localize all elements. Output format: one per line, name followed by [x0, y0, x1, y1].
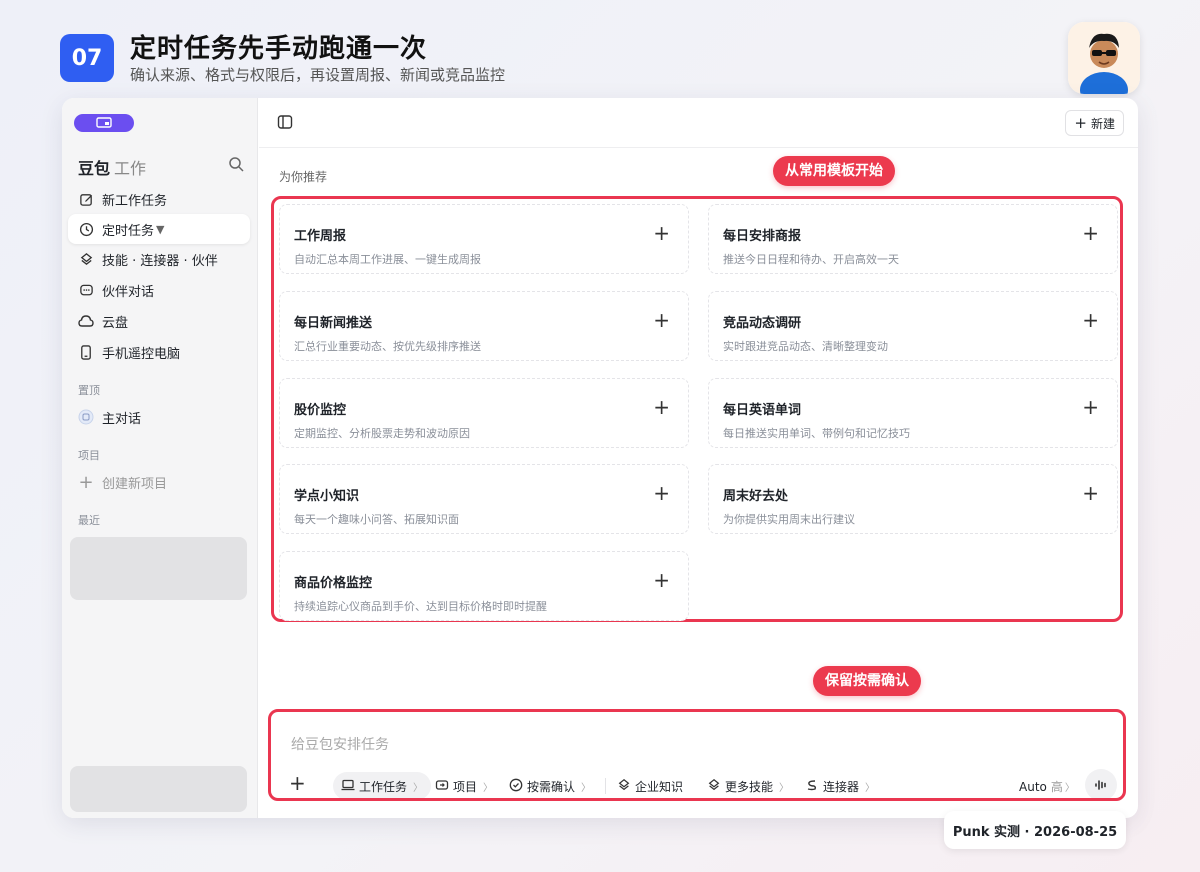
add-icon[interactable]: +	[653, 570, 670, 590]
sidebar-item-label: 伙伴对话	[102, 284, 155, 300]
sidebar-item-partner-chat[interactable]: 伙伴对话	[68, 275, 250, 305]
plus-icon: +	[1074, 114, 1087, 132]
template-card[interactable]: 每日安排商报 推送今日日程和待办、开启高效一天 +	[708, 204, 1118, 274]
recent-section-label: 最近	[78, 514, 100, 527]
template-card[interactable]: 学点小知识 每天一个趣味小问答、拓展知识面 +	[279, 464, 689, 534]
footer-badge: Punk 实测 · 2026-08-25	[944, 811, 1126, 849]
sidebar-item-new-task[interactable]: 新工作任务	[68, 184, 250, 214]
card-title: 周末好去处	[723, 489, 789, 504]
template-card[interactable]: 每日英语单词 每日推送实用单词、带例句和记忆技巧 +	[708, 378, 1118, 448]
add-icon[interactable]: +	[653, 397, 670, 417]
create-project-label: 创建新项目	[102, 476, 168, 492]
chat-icon	[78, 282, 94, 298]
sidebar: 豆包工作 新工作任务 定时任务 ▼ 技能 · 连接器 · 伙伴 伙伴对话 云盘	[62, 98, 258, 818]
page-subtitle: 确认来源、格式与权限后，再设置周报、新闻或竞品监控	[130, 66, 506, 84]
card-title: 学点小知识	[294, 489, 360, 504]
annotation-tag-templates: 从常用模板开始	[773, 156, 895, 186]
card-desc: 实时跟进竞品动态、清晰整理变动	[723, 340, 888, 353]
card-title: 每日安排商报	[723, 229, 802, 244]
sidebar-item-main-chat[interactable]: 主对话	[68, 402, 250, 432]
search-icon[interactable]	[228, 156, 244, 176]
add-icon[interactable]: +	[653, 483, 670, 503]
monitor-icon	[96, 117, 112, 128]
card-title: 竞品动态调研	[723, 316, 802, 331]
sidebar-item-label: 手机遥控电脑	[102, 346, 181, 362]
card-desc: 每日推送实用单词、带例句和记忆技巧	[723, 427, 910, 440]
template-card[interactable]: 竞品动态调研 实时跟进竞品动态、清晰整理变动 +	[708, 291, 1118, 361]
sidebar-item-phone-remote[interactable]: 手机遥控电脑	[68, 337, 250, 367]
card-desc: 自动汇总本周工作进展、一键生成周报	[294, 253, 481, 266]
template-card[interactable]: 工作周报 自动汇总本周工作进展、一键生成周报 +	[279, 204, 689, 274]
sidebar-item-label: 主对话	[102, 411, 142, 427]
step-badge: 07	[60, 34, 114, 82]
card-title: 每日英语单词	[723, 403, 802, 418]
sidebar-item-label: 定时任务	[102, 223, 155, 239]
phone-icon	[78, 344, 94, 360]
main-panel: + 新建 为你推荐 从常用模板开始 工作周报 自动汇总本周工作进展、一键生成周报…	[259, 98, 1138, 818]
new-button-label: 新建	[1090, 116, 1115, 131]
brand-title: 豆包 工作	[78, 155, 146, 179]
brand-suffix: 工作	[114, 159, 147, 178]
brand-name: 豆包	[78, 159, 111, 178]
sidebar-item-scheduled[interactable]: 定时任务 ▼	[68, 214, 250, 244]
create-project-button[interactable]: + 创建新项目	[68, 467, 250, 497]
sidebar-item-label: 云盘	[102, 315, 129, 331]
card-title: 商品价格监控	[294, 576, 373, 591]
card-title: 工作周报	[294, 229, 347, 244]
template-card[interactable]: 股价监控 定期监控、分析股票走势和波动原因 +	[279, 378, 689, 448]
chat-bot-icon	[78, 409, 94, 425]
card-desc: 每天一个趣味小问答、拓展知识面	[294, 513, 459, 526]
recent-placeholder	[70, 537, 247, 600]
sidebar-item-cloud[interactable]: 云盘	[68, 306, 250, 336]
card-title: 股价监控	[294, 403, 347, 418]
card-desc: 汇总行业重要动态、按优先级排序推送	[294, 340, 481, 353]
card-desc: 推送今日日程和待办、开启高效一天	[723, 253, 899, 266]
sidebar-item-label: 技能 · 连接器 · 伙伴	[102, 253, 218, 269]
edit-icon	[78, 191, 94, 207]
template-card[interactable]: 商品价格监控 持续追踪心仪商品到手价、达到目标价格时即时提醒 +	[279, 551, 689, 621]
cloud-icon	[78, 313, 94, 329]
sidebar-item-label: 新工作任务	[102, 193, 168, 209]
add-icon[interactable]: +	[653, 310, 670, 330]
card-desc: 定期监控、分析股票走势和波动原因	[294, 427, 470, 440]
plus-icon: +	[78, 471, 94, 493]
composer-highlight	[268, 709, 1126, 801]
pinned-section-label: 置顶	[78, 384, 100, 397]
workspace-switch-button[interactable]	[74, 114, 134, 132]
template-card[interactable]: 每日新闻推送 汇总行业重要动态、按优先级排序推送 +	[279, 291, 689, 361]
app-window: 豆包工作 新工作任务 定时任务 ▼ 技能 · 连接器 · 伙伴 伙伴对话 云盘	[62, 98, 1138, 818]
page-title: 定时任务先手动跑通一次	[130, 34, 428, 64]
card-desc: 持续追踪心仪商品到手价、达到目标价格时即时提醒	[294, 600, 547, 613]
add-icon[interactable]: +	[653, 223, 670, 243]
account-placeholder	[70, 766, 247, 812]
sidebar-item-skills[interactable]: 技能 · 连接器 · 伙伴	[68, 244, 250, 274]
template-card[interactable]: 周末好去处 为你提供实用周末出行建议 +	[708, 464, 1118, 534]
sidebar-toggle-icon[interactable]	[277, 114, 293, 134]
card-desc: 为你提供实用周末出行建议	[723, 513, 855, 526]
add-icon[interactable]: +	[1082, 310, 1099, 330]
new-button[interactable]: + 新建	[1065, 110, 1124, 136]
avatar	[1068, 22, 1140, 94]
layers-icon	[78, 251, 94, 267]
add-icon[interactable]: +	[1082, 483, 1099, 503]
cursor-icon: ▼	[156, 222, 165, 236]
project-section-label: 项目	[78, 449, 100, 462]
clock-icon	[78, 221, 94, 237]
card-title: 每日新闻推送	[294, 316, 373, 331]
add-icon[interactable]: +	[1082, 397, 1099, 417]
topbar: + 新建	[259, 98, 1138, 148]
annotation-tag-confirm: 保留按需确认	[813, 666, 921, 696]
recommend-label: 为你推荐	[279, 170, 328, 184]
add-icon[interactable]: +	[1082, 223, 1099, 243]
